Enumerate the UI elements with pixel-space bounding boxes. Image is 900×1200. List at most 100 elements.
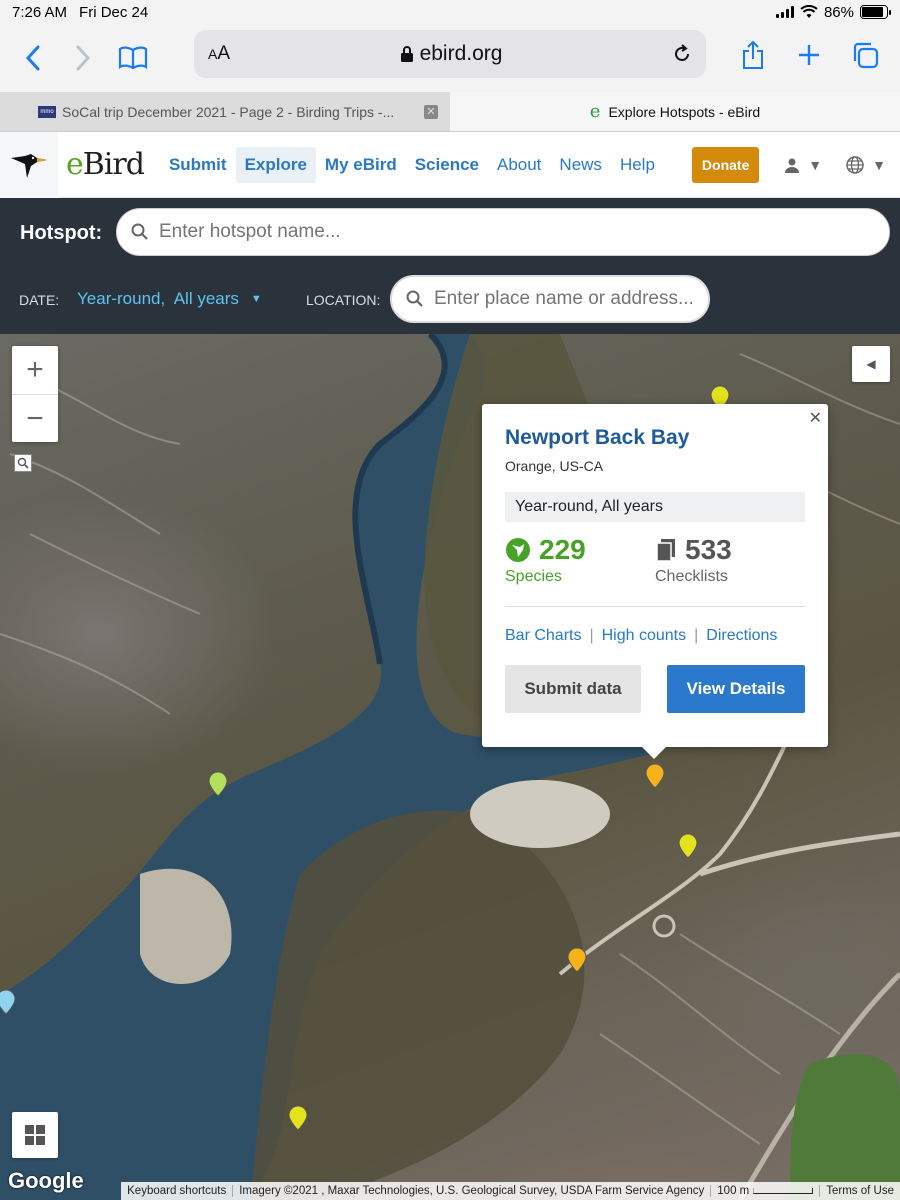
hotspot-popup: ✕ Newport Back Bay Orange, US-CA Year-ro… xyxy=(482,404,828,759)
ebird-bird-logo[interactable] xyxy=(0,131,58,198)
close-popup-icon[interactable]: ✕ xyxy=(809,408,822,428)
status-time: 7:26 AM xyxy=(12,3,68,21)
grid-icon xyxy=(25,1125,45,1145)
reload-icon[interactable] xyxy=(672,44,692,64)
nav-submit[interactable]: Submit xyxy=(160,147,236,183)
checklists-stat[interactable]: 533 Checklists xyxy=(655,534,805,586)
chevron-down-icon: ▼ xyxy=(808,156,823,173)
url-text: ebird.org xyxy=(419,42,503,65)
hotspot-search[interactable] xyxy=(116,208,890,256)
zoom-in-button[interactable]: + xyxy=(12,346,58,394)
map-attribution: Keyboard shortcuts Imagery ©2021 , Maxar… xyxy=(121,1182,900,1200)
hotspot-label: Hotspot: xyxy=(20,222,103,244)
browser-tabs: mmo SoCal trip December 2021 - Page 2 - … xyxy=(0,92,900,132)
scale-label: 100 m xyxy=(717,1185,750,1197)
zoom-selection-icon[interactable] xyxy=(14,454,32,472)
language-menu[interactable]: ▼ xyxy=(846,155,886,174)
tabs-icon xyxy=(853,42,879,69)
tab-explore-hotspots[interactable]: e Explore Hotspots - eBird xyxy=(450,92,900,131)
zoom-controls: + − xyxy=(12,346,58,442)
bar-charts-link[interactable]: Bar Charts xyxy=(505,627,581,645)
hotspot-stats: 229 Species 533 Checklists xyxy=(505,534,805,607)
hotspot-input[interactable] xyxy=(159,221,889,243)
browser-toolbar: AA ebird.org xyxy=(0,24,900,92)
status-date: Fri Dec 24 xyxy=(79,3,149,21)
chevron-right-icon xyxy=(76,45,91,71)
chevron-left-icon xyxy=(25,45,40,71)
tabs-overview-button[interactable] xyxy=(840,30,890,80)
zoom-out-button[interactable]: − xyxy=(12,394,58,442)
donate-button[interactable]: Donate xyxy=(691,146,760,183)
share-icon xyxy=(743,40,763,69)
battery-percent: 86% xyxy=(823,3,854,21)
high-counts-link[interactable]: High counts xyxy=(602,627,687,645)
search-panel: Hotspot: DATE: Year-round, All years ▼ L… xyxy=(0,198,900,334)
back-button[interactable] xyxy=(8,33,58,83)
nav-help[interactable]: Help xyxy=(611,147,664,183)
species-icon xyxy=(506,538,530,562)
status-bar: 7:26 AM Fri Dec 24 86% xyxy=(0,0,900,24)
map-type-button[interactable] xyxy=(12,1112,58,1158)
book-icon xyxy=(118,46,148,70)
date-dropdown[interactable]: Year-round, All years ▼ xyxy=(77,289,262,309)
lock-icon xyxy=(400,46,413,62)
hotspot-region: Orange, US-CA xyxy=(505,458,604,474)
globe-icon xyxy=(846,155,864,174)
new-tab-button[interactable] xyxy=(784,30,834,80)
address-bar[interactable]: AA ebird.org xyxy=(194,30,706,78)
terms-link[interactable]: Terms of Use xyxy=(819,1185,900,1197)
species-label: Species xyxy=(505,568,562,585)
location-search[interactable] xyxy=(390,275,710,323)
date-label: DATE: xyxy=(19,292,60,308)
species-stat[interactable]: 229 Species xyxy=(505,534,655,586)
scale-bar[interactable]: 100 m xyxy=(710,1185,819,1197)
plus-icon xyxy=(799,45,819,65)
collapse-panel-button[interactable]: ◀ xyxy=(852,346,890,382)
wifi-icon xyxy=(800,5,818,18)
search-icon xyxy=(406,290,423,307)
battery-icon xyxy=(860,5,891,19)
user-icon xyxy=(785,158,800,173)
search-icon xyxy=(131,223,148,240)
bookmarks-button[interactable] xyxy=(108,33,158,83)
bird-logo-icon xyxy=(11,153,47,178)
season-range: Year-round, All years xyxy=(505,492,805,522)
date-value: Year-round, All years xyxy=(77,289,239,308)
nav-my-ebird[interactable]: My eBird xyxy=(316,147,406,183)
link-separator: | xyxy=(694,627,699,644)
site-favicon: mmo xyxy=(38,105,56,118)
location-input[interactable] xyxy=(434,288,708,310)
share-button[interactable] xyxy=(728,30,778,80)
account-menu[interactable]: ▼ xyxy=(784,157,822,173)
directions-link[interactable]: Directions xyxy=(706,627,777,645)
hotspot-title[interactable]: Newport Back Bay xyxy=(505,426,805,450)
keyboard-shortcuts-link[interactable]: Keyboard shortcuts xyxy=(121,1185,232,1197)
nav-explore[interactable]: Explore xyxy=(235,146,316,183)
site-header: eBird Submit Explore My eBird Science Ab… xyxy=(0,131,900,198)
location-label: LOCATION: xyxy=(306,292,381,308)
checklists-label: Checklists xyxy=(655,568,728,585)
caret-left-icon: ◀ xyxy=(866,357,876,371)
caret-down-icon: ▼ xyxy=(250,293,262,305)
nav-news[interactable]: News xyxy=(550,147,611,183)
google-logo: Google xyxy=(8,1168,84,1193)
checklist-icon xyxy=(656,539,675,562)
link-separator: | xyxy=(589,627,594,644)
checklists-count: 533 xyxy=(685,534,732,565)
nav-about[interactable]: About xyxy=(488,147,550,183)
close-tab-icon[interactable]: ✕ xyxy=(424,104,438,119)
species-count: 229 xyxy=(539,534,586,565)
forward-button[interactable] xyxy=(58,33,108,83)
tab-title: Explore Hotspots - eBird xyxy=(608,103,761,120)
submit-data-button[interactable]: Submit data xyxy=(505,665,641,713)
nav-science[interactable]: Science xyxy=(406,147,488,183)
tab-socal-trip[interactable]: mmo SoCal trip December 2021 - Page 2 - … xyxy=(0,92,450,131)
chevron-down-icon: ▼ xyxy=(872,156,886,173)
signal-icon xyxy=(775,6,794,18)
ebird-logo[interactable]: eBird xyxy=(66,147,145,182)
reader-aa-button[interactable]: AA xyxy=(208,43,230,65)
scale-line xyxy=(753,1187,814,1194)
view-details-button[interactable]: View Details xyxy=(667,665,805,713)
ebird-favicon: e xyxy=(589,101,601,122)
popup-links: Bar Charts | High counts | Directions xyxy=(505,627,805,645)
